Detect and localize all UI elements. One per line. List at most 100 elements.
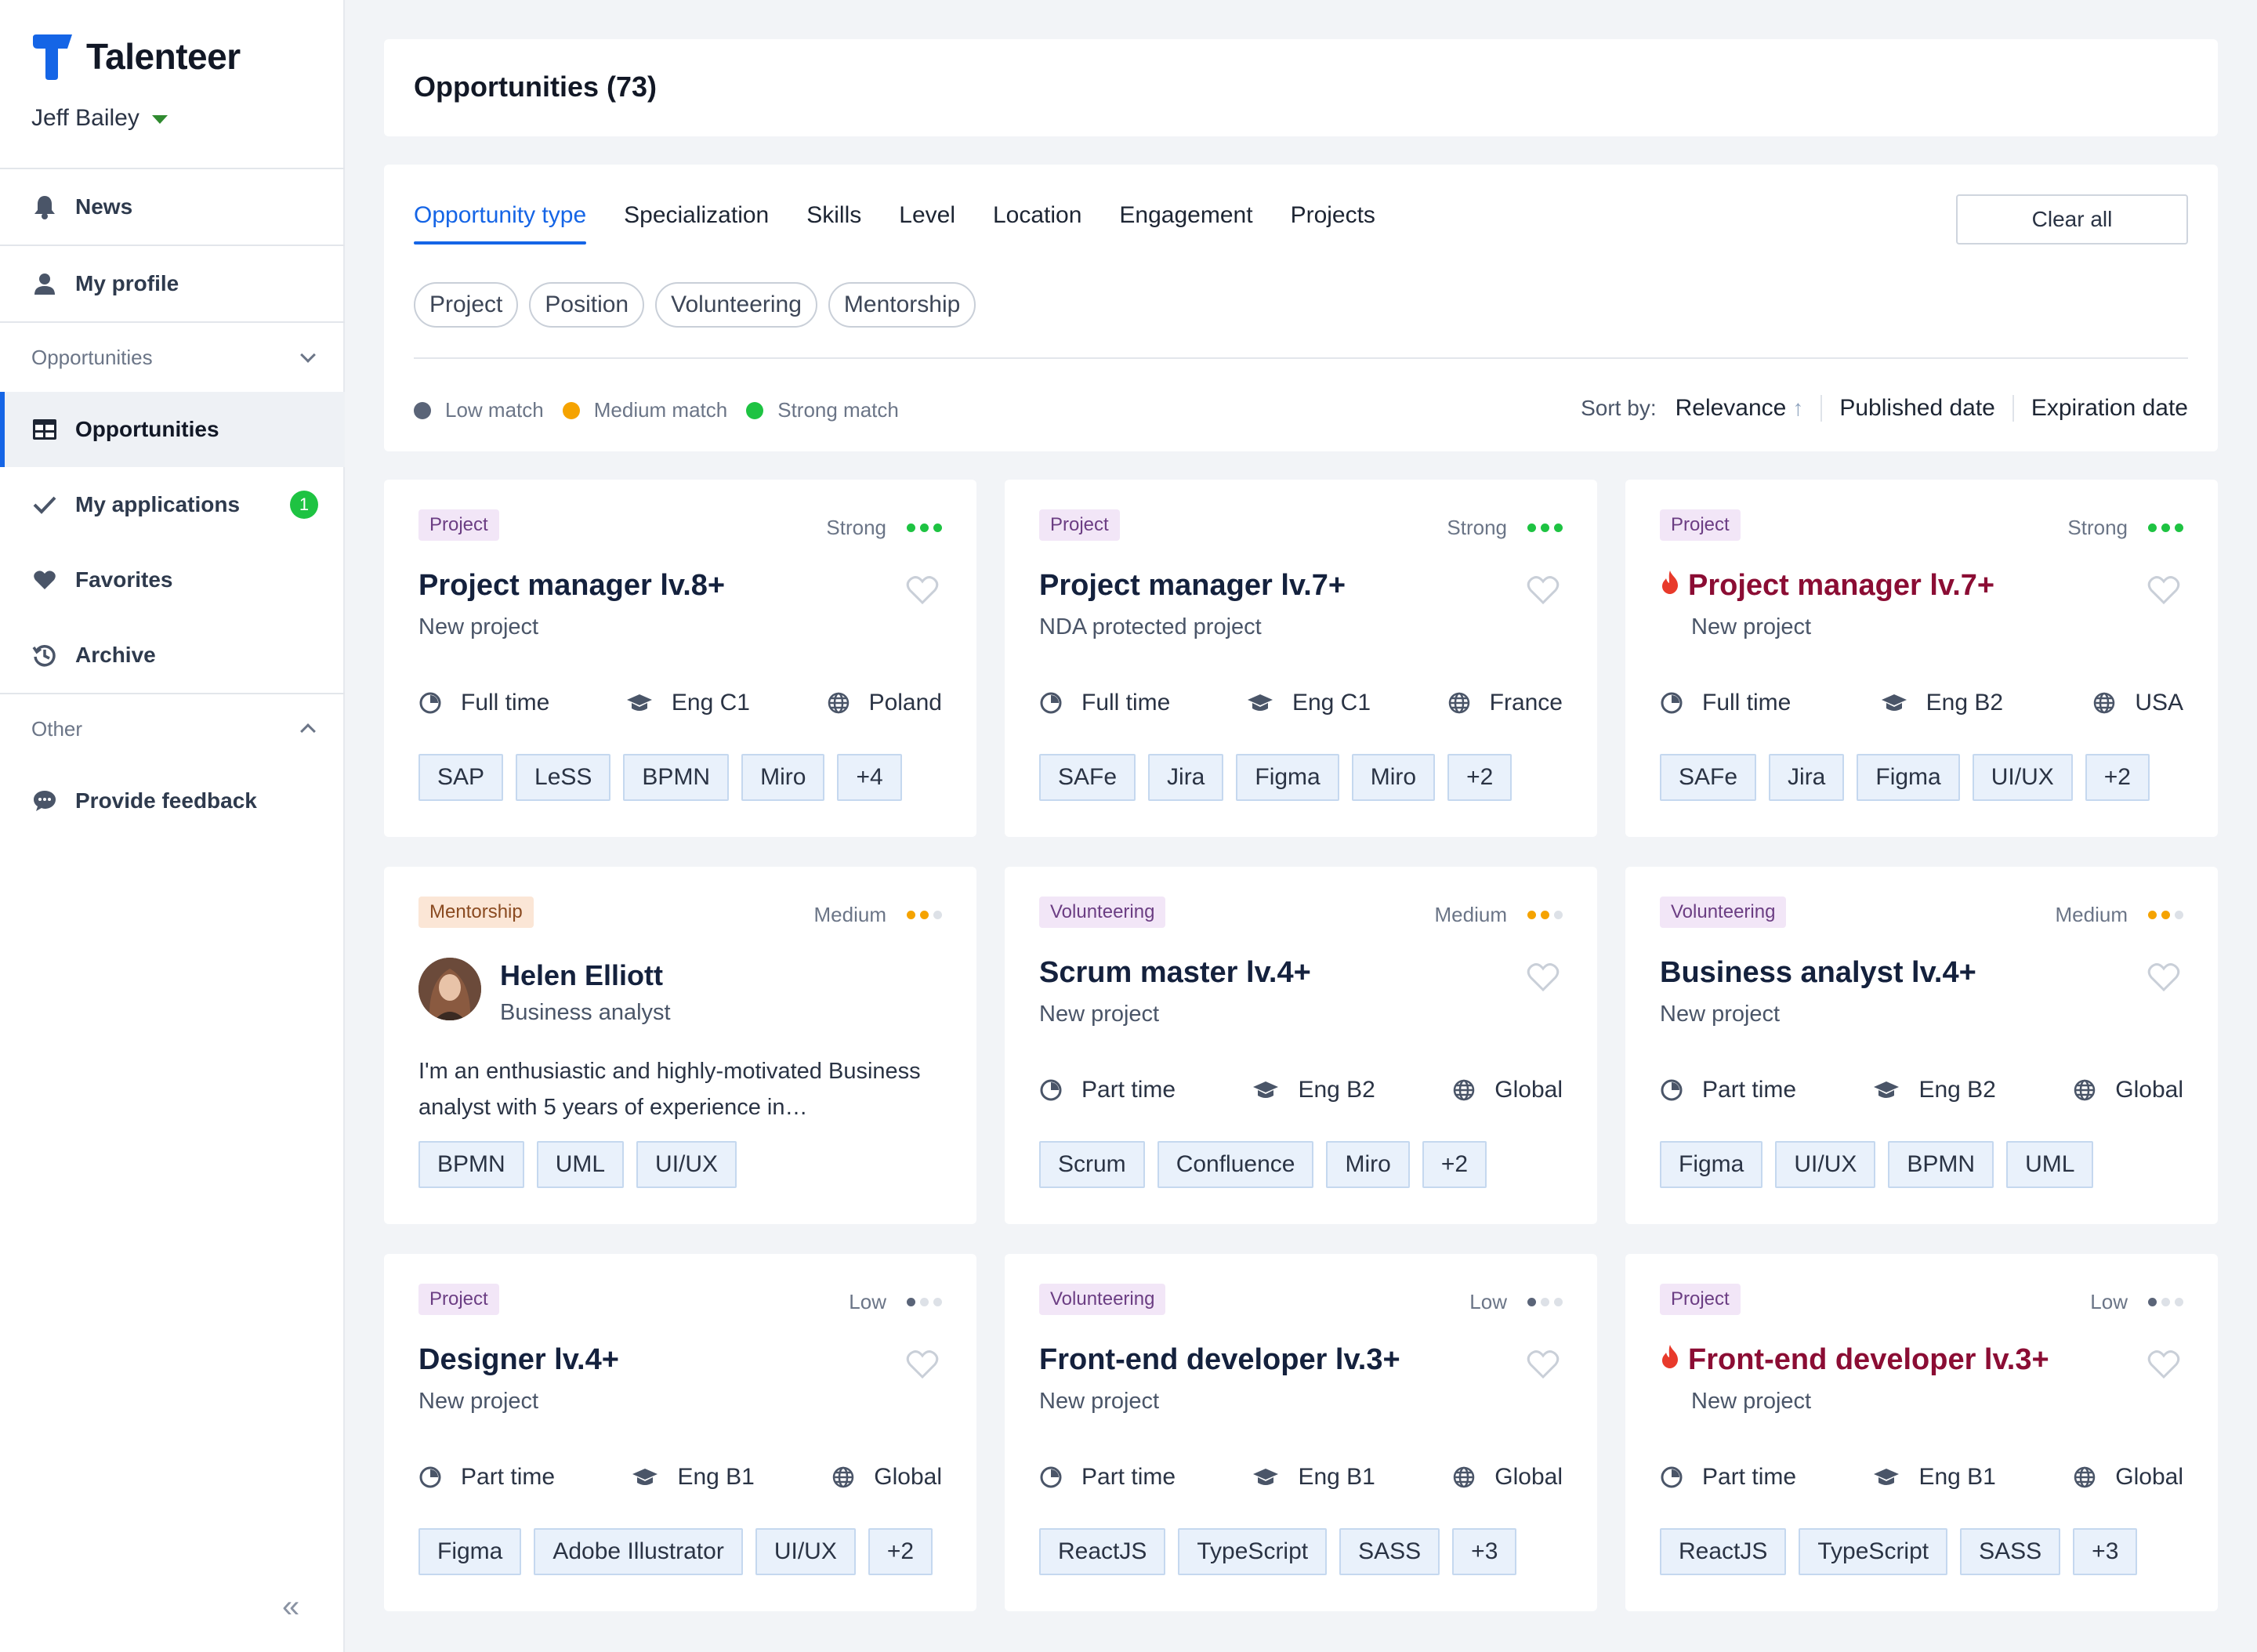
card-subtitle: New project: [1039, 1389, 1160, 1414]
bell-icon: [31, 194, 58, 220]
tab-opportunity-type[interactable]: Opportunity type: [414, 202, 587, 245]
nav-news[interactable]: News: [0, 169, 345, 245]
sort-expiration-date[interactable]: Expiration date: [2012, 395, 2188, 422]
card-subtitle: NDA protected project: [1039, 614, 1262, 639]
match-indicator: Strong: [1447, 516, 1563, 540]
chip-mentorship[interactable]: Mentorship: [828, 282, 976, 328]
nav-favorites[interactable]: Favorites: [0, 542, 345, 618]
opportunity-card[interactable]: Mentorship Medium Helen Elliott Business an…: [384, 867, 976, 1224]
english-level: Eng B2: [1881, 690, 2003, 716]
card-title[interactable]: Project manager lv.7+: [1039, 569, 1346, 603]
chip-project[interactable]: Project: [414, 282, 519, 328]
location-label: France: [1489, 690, 1563, 716]
opportunity-card[interactable]: Project Low Front-end developer lv.3+ New p…: [1625, 1254, 2218, 1611]
engagement-type: Full time: [1039, 690, 1170, 716]
match-dot: [907, 523, 915, 532]
card-title[interactable]: Designer lv.4+: [418, 1343, 619, 1377]
skill-tag: +2: [2085, 754, 2150, 801]
nav-my-profile[interactable]: My profile: [0, 246, 345, 321]
skill-tag: Figma: [1236, 754, 1339, 801]
globe-icon: [2092, 691, 2125, 715]
engagement-type: Part time: [418, 1464, 555, 1491]
opportunity-card[interactable]: Volunteering Low Front-end developer lv.3+…: [1005, 1254, 1597, 1611]
card-title[interactable]: Front-end developer lv.3+: [1039, 1343, 1400, 1377]
nav-my-applications[interactable]: My applications 1: [0, 467, 345, 542]
graduation-cap-icon: [1873, 1467, 1909, 1487]
match-indicator: Low: [1469, 1290, 1563, 1314]
engagement-type-label: Full time: [461, 690, 550, 716]
type-tag: Volunteering: [1039, 1284, 1166, 1315]
favorite-heart-icon[interactable]: [906, 575, 939, 609]
engagement-type-label: Part time: [1081, 1464, 1176, 1490]
match-dot: [1527, 911, 1536, 919]
graduation-cap-icon: [626, 693, 662, 713]
sort-relevance[interactable]: Relevance ↑: [1676, 395, 1821, 422]
tab-location[interactable]: Location: [993, 202, 1081, 245]
favorite-heart-icon[interactable]: [2147, 962, 2180, 996]
applications-count-badge: 1: [290, 491, 318, 519]
english-level-label: Eng B1: [677, 1464, 755, 1490]
type-tag: Project: [1660, 509, 1741, 541]
tab-skills[interactable]: Skills: [806, 202, 861, 245]
group-other[interactable]: Other: [31, 713, 316, 744]
group-opportunities[interactable]: Opportunities: [31, 342, 316, 373]
favorite-heart-icon[interactable]: [906, 1349, 939, 1383]
tab-projects[interactable]: Projects: [1291, 202, 1375, 245]
opportunity-card[interactable]: Project Strong Project manager lv.7+ NDA pr…: [1005, 480, 1597, 837]
match-indicator: Medium: [814, 903, 942, 927]
sort-published-date[interactable]: Published date: [1820, 395, 2012, 422]
card-title-text: Front-end developer lv.3+: [1688, 1343, 2049, 1376]
opportunity-card[interactable]: Volunteering Medium Scrum master lv.4+ New …: [1005, 867, 1597, 1224]
nav-provide-feedback[interactable]: Provide feedback: [0, 763, 345, 839]
location-label: USA: [2135, 690, 2183, 716]
card-title[interactable]: Project manager lv.7+: [1660, 569, 1994, 603]
card-title[interactable]: Project manager lv.8+: [418, 569, 725, 603]
tab-level[interactable]: Level: [899, 202, 955, 245]
favorite-heart-icon[interactable]: [2147, 1349, 2180, 1383]
type-tag: Project: [418, 509, 499, 541]
match-label: Medium: [2055, 903, 2128, 926]
graduation-cap-icon: [1881, 693, 1917, 713]
skill-tag: UML: [536, 1141, 625, 1188]
engagement-type: Full time: [1660, 690, 1791, 716]
match-dot: [2148, 523, 2157, 532]
nav-archive[interactable]: Archive: [0, 618, 345, 693]
opportunity-card[interactable]: Volunteering Medium Business analyst lv.4+…: [1625, 867, 2218, 1224]
opportunity-card[interactable]: Project Low Designer lv.4+ New project Part …: [384, 1254, 976, 1611]
skill-tag: BPMN: [418, 1141, 524, 1188]
tab-specialization[interactable]: Specialization: [624, 202, 769, 245]
opportunity-card[interactable]: Project Strong Project manager lv.7+ New pr…: [1625, 480, 2218, 837]
favorite-heart-icon[interactable]: [1527, 962, 1560, 996]
location: Global: [1452, 1464, 1563, 1491]
card-title[interactable]: Front-end developer lv.3+: [1660, 1343, 2049, 1377]
card-title[interactable]: Scrum master lv.4+: [1039, 956, 1311, 990]
skill-tag: Figma: [1857, 754, 1960, 801]
location: USA: [2092, 690, 2183, 716]
favorite-heart-icon[interactable]: [2147, 575, 2180, 609]
collapse-sidebar-icon[interactable]: «: [282, 1589, 299, 1625]
tab-engagement[interactable]: Engagement: [1119, 202, 1252, 245]
card-meta: Part time Eng B1 Global: [418, 1464, 942, 1491]
skill-tag: Jira: [1148, 754, 1224, 801]
sort-relevance-label: Relevance: [1675, 395, 1787, 421]
clear-all-button[interactable]: Clear all: [1956, 194, 2188, 245]
favorite-heart-icon[interactable]: [1527, 1349, 1560, 1383]
opportunity-card[interactable]: Project Strong Project manager lv.8+ New pr…: [384, 480, 976, 837]
skill-tag: ReactJS: [1039, 1528, 1166, 1575]
engagement-type-label: Part time: [461, 1464, 556, 1490]
location: France: [1447, 690, 1563, 716]
low-match-dot: [414, 401, 431, 419]
card-title[interactable]: Business analyst lv.4+: [1660, 956, 1976, 990]
logo[interactable]: Talenteer: [31, 31, 241, 82]
skill-tag: SAP: [418, 754, 504, 801]
nav-opportunities[interactable]: Opportunities: [0, 392, 345, 467]
graduation-cap-icon: [1252, 1467, 1288, 1487]
match-dots-icon: [902, 911, 942, 919]
chip-volunteering[interactable]: Volunteering: [655, 282, 817, 328]
user-menu[interactable]: Jeff Bailey: [31, 105, 168, 132]
check-icon: [31, 491, 58, 518]
favorite-heart-icon[interactable]: [1527, 575, 1560, 609]
chip-position[interactable]: Position: [529, 282, 645, 328]
location-label: Global: [1494, 1464, 1563, 1490]
card-meta: Part time Eng B1 Global: [1660, 1464, 2183, 1491]
